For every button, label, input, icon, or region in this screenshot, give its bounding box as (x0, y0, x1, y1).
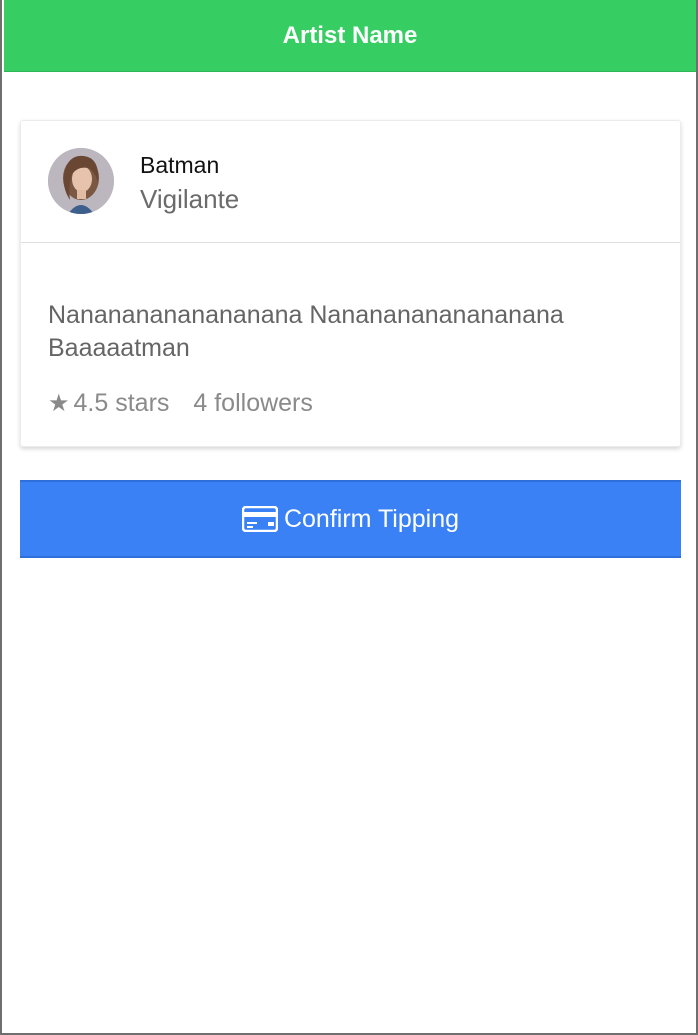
artist-bio: Nanananananananana Nanananananananana Ba… (48, 301, 564, 362)
confirm-tipping-button[interactable]: Confirm Tipping (20, 480, 681, 558)
star-icon: ★ (48, 390, 70, 417)
credit-card-icon (241, 506, 278, 532)
avatar (48, 148, 114, 214)
app-header: Artist Name (4, 0, 696, 72)
artist-name: Batman (140, 152, 220, 178)
artist-card-header: Batman Vigilante (21, 121, 680, 243)
followers-text: 4 followers (193, 389, 313, 417)
header-title: Artist Name (282, 21, 418, 49)
artist-card: Batman Vigilante Nanananananananana Nana… (20, 120, 681, 447)
artist-stats: ★ 4.5 stars 4 followers (48, 389, 313, 418)
rating-text: 4.5 stars (73, 389, 170, 417)
app-window: Artist Name Batman Vigilante Nananananan… (0, 0, 698, 1035)
artist-role: Vigilante (140, 184, 240, 214)
confirm-tipping-label: Confirm Tipping (283, 504, 460, 533)
